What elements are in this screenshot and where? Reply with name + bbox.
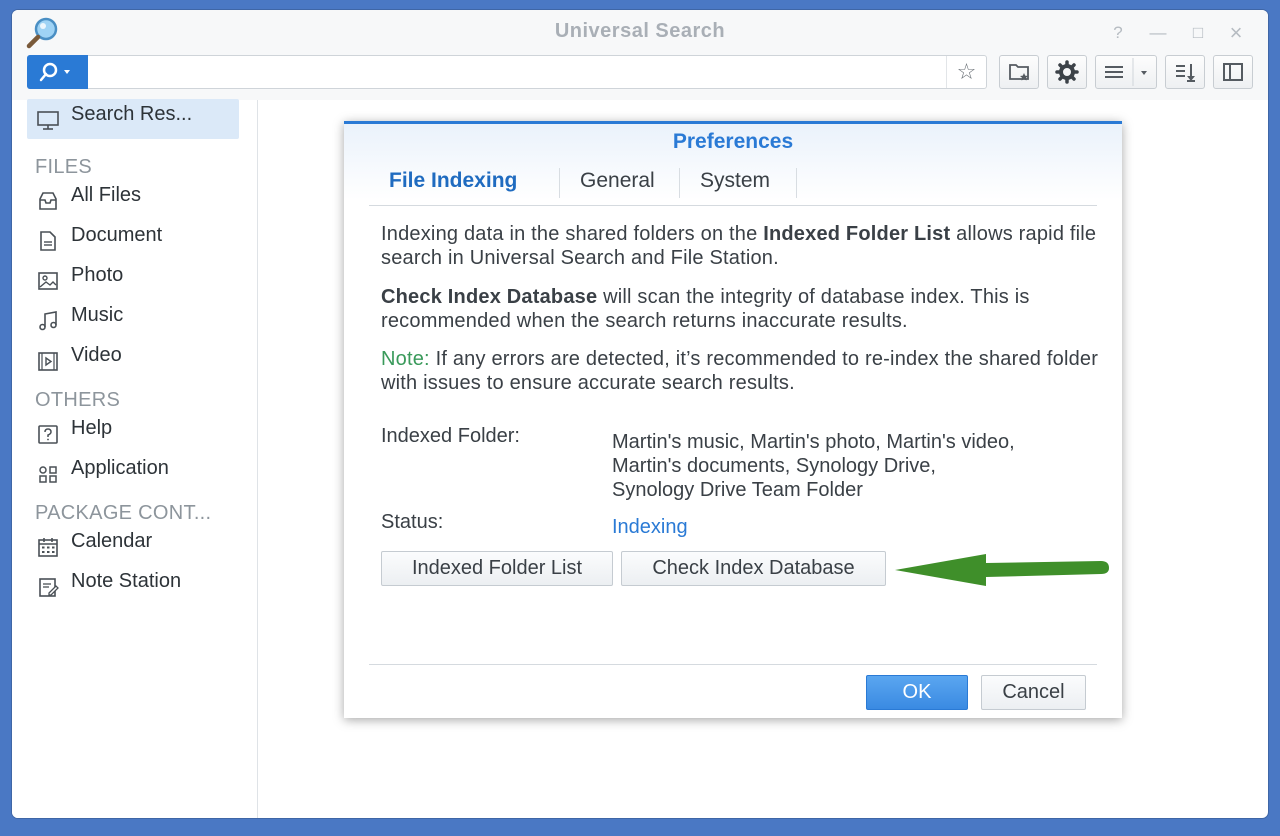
sidebar-item-all-files[interactable]: All Files — [27, 180, 239, 220]
document-icon — [40, 231, 56, 251]
search-input[interactable] — [90, 56, 945, 88]
section-header-others: OTHERS — [35, 389, 121, 411]
note-paragraph: Note: If any errors are detected, it’s r… — [381, 347, 1101, 395]
search-icon — [39, 62, 70, 82]
list-view-icon — [1105, 58, 1147, 86]
side-panel-icon — [1223, 63, 1243, 81]
sidebar-item-search-results[interactable]: Search Res... — [27, 99, 239, 139]
status-label: Status: — [381, 511, 444, 533]
toggle-panel-button[interactable] — [1213, 55, 1253, 89]
tab-general[interactable]: General — [560, 166, 675, 198]
sidebar-item-label: Video — [71, 344, 122, 366]
universal-search-window: Universal Search ? — □ × ☆ Search Res...… — [12, 10, 1268, 818]
sidebar-item-label: All Files — [71, 184, 142, 206]
dialog-title: Preferences — [672, 130, 794, 153]
music-note-icon — [39, 311, 57, 331]
check-index-database-button[interactable]: Check Index Database — [621, 551, 886, 586]
settings-button[interactable] — [1047, 55, 1087, 89]
sidebar-item-label: Application — [71, 457, 169, 479]
section-header-package-center: PACKAGE CONT... — [35, 502, 212, 524]
description-bold: Indexed Folder List — [763, 223, 951, 245]
sidebar: Search Res... FILES All Files Document P… — [12, 99, 258, 818]
indexed-folder-line: Synology Drive Team Folder — [612, 479, 863, 501]
favorite-star-icon[interactable]: ☆ — [946, 56, 986, 88]
indexing-description: Indexing data in the shared folders on t… — [381, 222, 1101, 270]
tab-system[interactable]: System — [680, 166, 790, 198]
minimize-button[interactable]: — — [1148, 23, 1168, 43]
preferences-dialog: Preferences File Indexing General System… — [344, 121, 1122, 718]
sidebar-item-note-station[interactable]: Note Station — [27, 566, 239, 606]
sort-icon — [1176, 64, 1195, 82]
toolbar: ☆ — [12, 54, 1268, 100]
tab-bar: File Indexing General System — [369, 166, 1097, 206]
description-bold: Check Index Database — [381, 286, 598, 308]
indexed-folder-line: Martin's music, Martin's photo, Martin's… — [612, 431, 1015, 453]
indexed-folder-list-button[interactable]: Indexed Folder List — [381, 551, 613, 586]
sidebar-item-calendar[interactable]: Calendar — [27, 526, 239, 566]
indexed-folder-line: Martin's documents, Synology Drive, — [612, 455, 936, 477]
window-title: Universal Search — [554, 20, 726, 42]
sidebar-item-label: Note Station — [71, 570, 182, 592]
sidebar-item-help[interactable]: Help — [27, 413, 239, 453]
saved-search-folder-button[interactable] — [999, 55, 1039, 89]
status-value: Indexing — [612, 516, 688, 538]
sidebar-item-label: Calendar — [71, 530, 153, 552]
note-text: If any errors are detected, it’s recomme… — [381, 348, 1099, 394]
sidebar-item-label: Music — [71, 304, 124, 326]
sidebar-item-label: Help — [71, 417, 113, 439]
note-label: Note: — [381, 348, 430, 370]
calendar-icon — [38, 538, 58, 557]
photo-icon — [38, 272, 58, 290]
footer-divider — [369, 664, 1097, 665]
folder-star-icon — [1009, 64, 1029, 81]
cancel-button[interactable]: Cancel — [981, 675, 1086, 710]
video-icon — [38, 352, 58, 371]
sidebar-item-application[interactable]: Application — [27, 453, 239, 493]
note-icon — [39, 578, 59, 597]
sidebar-item-music[interactable]: Music — [27, 300, 239, 340]
sidebar-item-document[interactable]: Document — [27, 220, 239, 260]
inbox-icon — [39, 192, 57, 210]
tab-file-indexing[interactable]: File Indexing — [369, 166, 537, 198]
view-mode-button[interactable] — [1095, 55, 1157, 89]
sidebar-item-label: Document — [71, 224, 163, 246]
sidebar-item-video[interactable]: Video — [27, 340, 239, 380]
search-options-button[interactable] — [27, 55, 88, 89]
gear-icon — [1055, 60, 1079, 84]
tab-divider — [796, 168, 797, 198]
close-button[interactable]: × — [1226, 22, 1246, 44]
maximize-button[interactable]: □ — [1188, 23, 1208, 43]
annotation-arrow-icon — [895, 554, 1109, 586]
sort-button[interactable] — [1165, 55, 1205, 89]
monitor-icon — [37, 111, 59, 130]
apps-grid-icon — [39, 466, 57, 483]
indexed-folder-label: Indexed Folder: — [381, 425, 520, 447]
sidebar-item-label: Photo — [71, 264, 124, 286]
ok-button[interactable]: OK — [866, 675, 968, 710]
sidebar-item-label: Search Res... — [71, 103, 193, 125]
search-box: ☆ — [27, 55, 987, 89]
help-icon — [38, 425, 58, 444]
indexed-folder-value: Martin's music, Martin's photo, Martin's… — [612, 430, 1102, 502]
section-header-files: FILES — [35, 156, 93, 178]
description-text: Indexing data in the shared folders on t… — [381, 223, 764, 245]
help-button[interactable]: ? — [1108, 23, 1128, 43]
check-database-description: Check Index Database will scan the integ… — [381, 285, 1101, 333]
title-bar: Universal Search ? — □ × — [12, 10, 1268, 54]
sidebar-item-photo[interactable]: Photo — [27, 260, 239, 300]
